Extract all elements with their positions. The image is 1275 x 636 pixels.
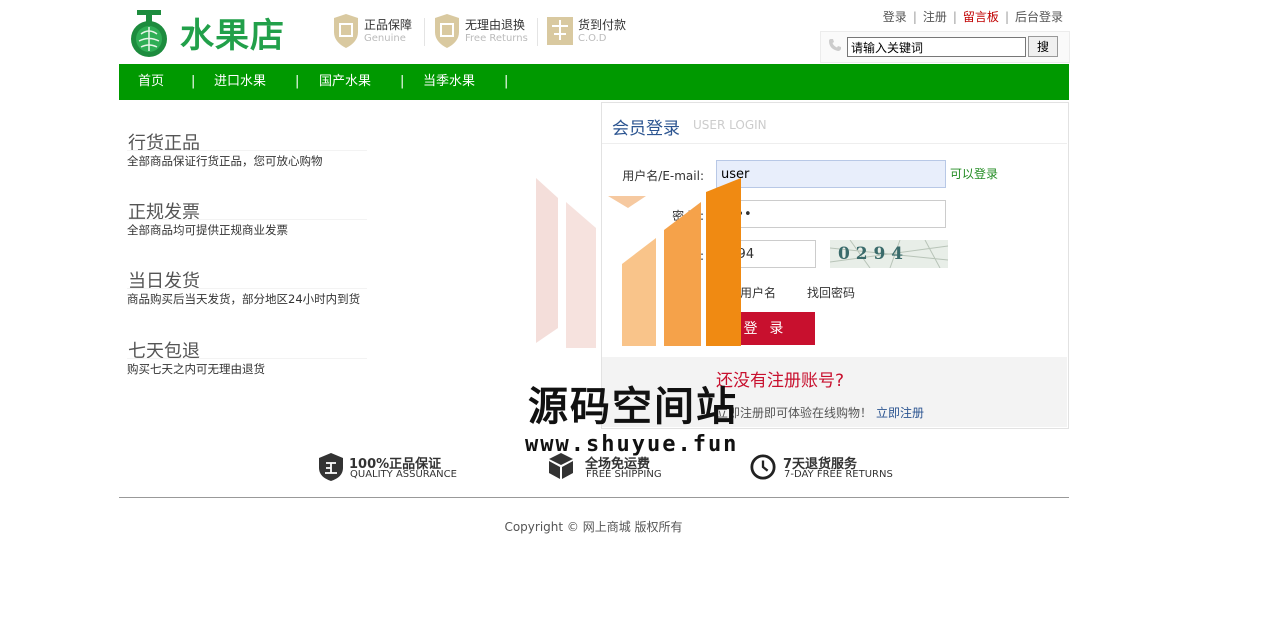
returns-seal-icon [435,14,459,48]
nav-item-home[interactable]: 首页 [138,64,164,100]
nav-item-imported[interactable]: 进口水果 [214,64,266,100]
genuine-shield-icon [319,453,343,481]
nav-separator: | [295,74,300,89]
captcha-image[interactable]: 0 2 9 4 [829,239,949,269]
search-button[interactable]: 搜 [1028,36,1058,57]
login-link[interactable]: 登录 [883,10,907,24]
watermark-text: 源码空间站 [528,384,738,430]
nav-separator: | [191,74,196,89]
logo-icon [127,10,171,58]
divider [537,18,538,46]
feature-returns: 无理由退换 Free Returns [433,14,533,50]
feature-genuine: 正品保障 Genuine [332,14,422,50]
divider [127,150,367,151]
password-input[interactable] [716,200,946,228]
register-now-link[interactable]: 立即注册 [876,404,924,421]
divider [127,288,367,289]
feature-sub: Free Returns [465,33,528,44]
feature-title: 当日发货 [128,271,200,292]
logo-text[interactable]: 水果店 [180,16,285,56]
feature-desc: 购买七天之内可无理由退货 [127,362,265,376]
copyright-text: Copyright © 网上商城 版权所有 [504,520,683,534]
feature-desc: 商品购买后当天发货，部分地区24小时内到货 [127,292,361,306]
feature-cod: 货到付款 C.O.D [546,14,636,50]
captcha-text: 0 2 9 4 [838,244,903,264]
feature-title: 正品保障 [364,18,413,32]
guarantee-sub: 7-DAY FREE RETURNS [784,469,893,480]
divider [127,358,367,359]
nav-item-seasonal[interactable]: 当季水果 [423,64,475,100]
feature-title: 无理由退换 [465,18,526,32]
watermark-url: www.shuyue.fun [525,432,739,457]
message-board-link[interactable]: 留言板 [963,10,999,24]
nav-item-domestic[interactable]: 国产水果 [319,64,371,100]
top-links: 登录 | 注册 | 留言板 | 后台登录 [882,10,1063,24]
search-input[interactable] [847,37,1026,57]
guarantee-sub: FREE SHIPPING [586,469,662,480]
username-hint: 可以登录 [950,167,999,181]
feature-title: 七天包退 [128,341,200,362]
feature-sub: Genuine [364,33,406,44]
feature-desc: 全部商品均可提供正规商业发票 [127,223,288,237]
register-link[interactable]: 注册 [923,10,947,24]
register-tip: 立即注册即可体验在线购物！ [716,406,873,420]
login-title: 会员登录 [612,119,680,139]
feature-desc: 全部商品保证行货正品，您可放心购物 [127,154,323,168]
divider [127,219,367,220]
forgot-password-link[interactable]: 找回密码 [807,284,855,301]
genuine-seal-icon [334,14,358,48]
divider [424,18,425,46]
guarantee-sub: QUALITY ASSURANCE [350,469,457,480]
footer-divider [119,497,1069,498]
nav-separator: | [504,74,509,89]
cod-icon [547,17,573,45]
username-input[interactable] [716,160,946,188]
login-subtitle: USER LOGIN [693,118,767,132]
divider [602,143,1067,144]
feature-title: 正规发票 [128,202,200,223]
phone-icon [829,39,841,51]
admin-login-link[interactable]: 后台登录 [1015,10,1063,24]
feature-title: 行货正品 [128,133,200,154]
clock-icon [750,454,776,480]
nav-separator: | [400,74,405,89]
watermark-logo-icon [536,178,741,348]
feature-title: 货到付款 [578,18,627,32]
feature-sub: C.O.D [578,33,607,44]
